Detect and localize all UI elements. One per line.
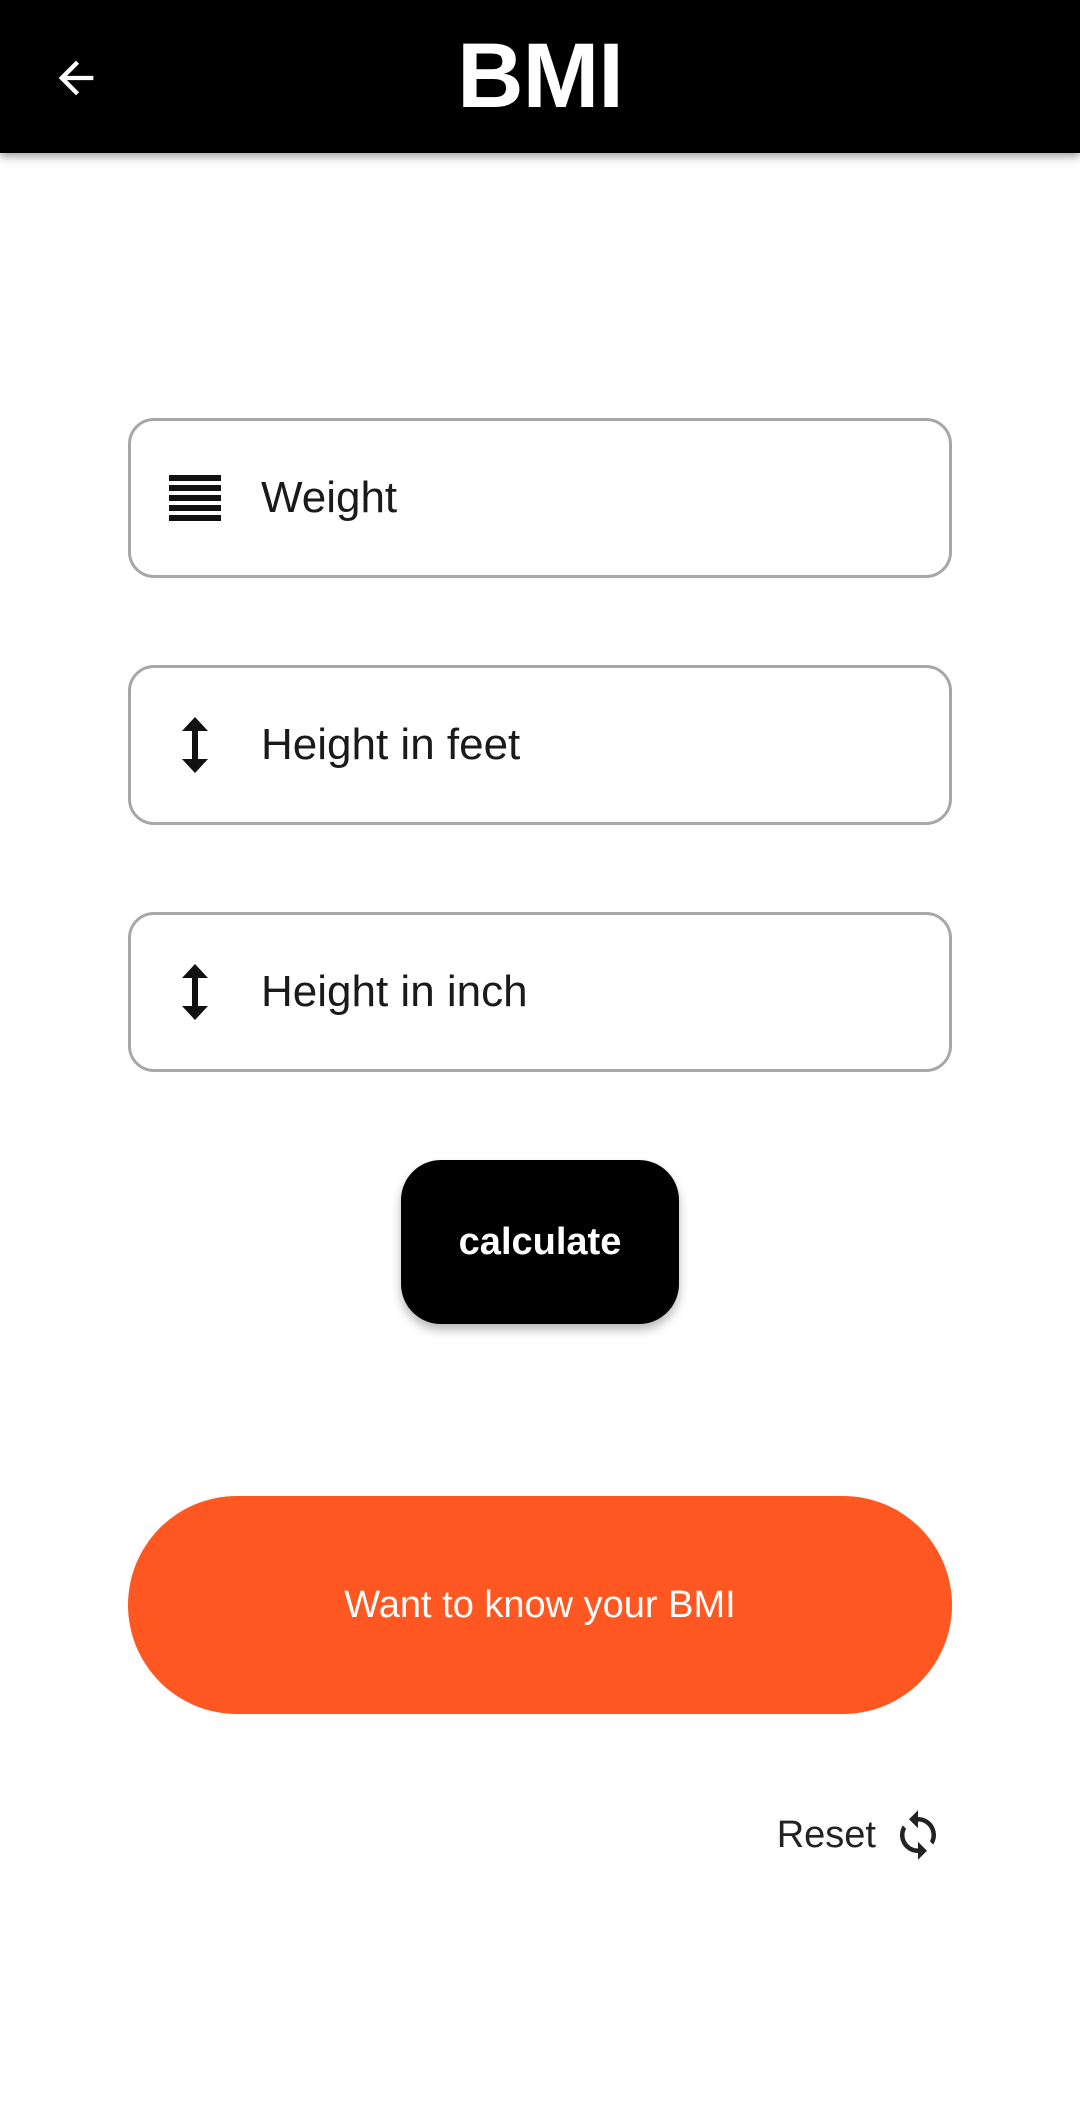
weight-lines-icon bbox=[167, 470, 223, 526]
height-feet-input[interactable] bbox=[261, 710, 919, 780]
page-title: BMI bbox=[457, 25, 624, 127]
height-feet-field[interactable] bbox=[128, 665, 952, 825]
app-bar: BMI bbox=[0, 0, 1080, 153]
height-inch-field[interactable] bbox=[128, 912, 952, 1072]
bmi-screen: BMI calculate Want t bbox=[0, 0, 1080, 2128]
weight-input[interactable] bbox=[261, 463, 919, 533]
reset-button[interactable]: Reset bbox=[777, 1800, 946, 1870]
height-inch-input[interactable] bbox=[261, 957, 919, 1027]
bmi-result-button[interactable]: Want to know your BMI bbox=[128, 1496, 952, 1714]
weight-field[interactable] bbox=[128, 418, 952, 578]
vertical-arrows-icon bbox=[167, 964, 223, 1020]
vertical-arrows-icon bbox=[167, 717, 223, 773]
reset-label: Reset bbox=[776, 1813, 876, 1856]
calculate-button[interactable]: calculate bbox=[401, 1160, 679, 1324]
refresh-icon bbox=[890, 1807, 946, 1863]
